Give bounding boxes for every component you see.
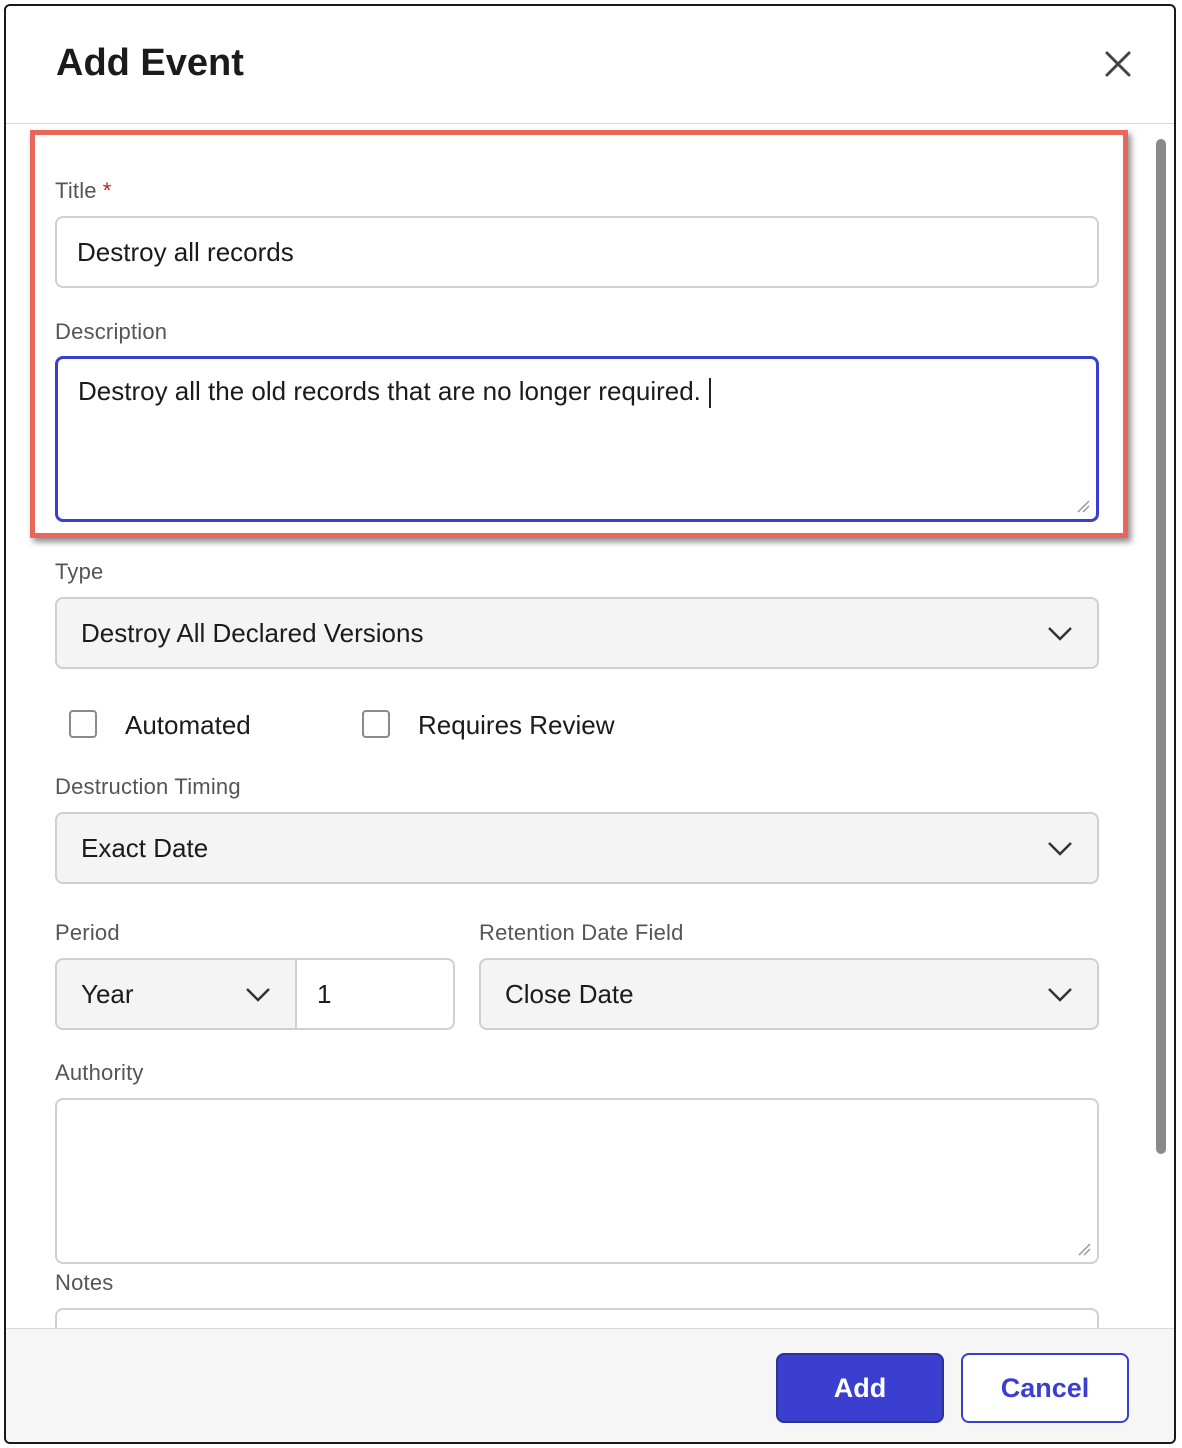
dialog-body: Title * Destroy all records Description D…	[6, 124, 1174, 1328]
period-amount-value: 1	[317, 979, 332, 1009]
close-icon	[1105, 51, 1131, 77]
dialog-footer: Add Cancel	[6, 1328, 1174, 1442]
requires-review-label[interactable]: Requires Review	[418, 710, 615, 741]
scrollbar-thumb[interactable]	[1156, 139, 1166, 1154]
add-button[interactable]: Add	[776, 1353, 944, 1423]
period-unit-value: Year	[81, 979, 134, 1009]
chevron-down-icon	[1048, 842, 1072, 856]
period-amount-input[interactable]: 1	[295, 958, 455, 1030]
retention-date-field-label: Retention Date Field	[479, 920, 684, 945]
destruction-timing-label: Destruction Timing	[55, 774, 241, 799]
requires-review-checkbox[interactable]	[362, 710, 390, 738]
dialog-header: Add Event	[6, 6, 1174, 124]
chevron-down-icon	[1048, 627, 1072, 641]
type-select-value: Destroy All Declared Versions	[81, 618, 424, 648]
notes-textarea[interactable]	[55, 1308, 1099, 1328]
notes-label: Notes	[55, 1270, 114, 1295]
period-label: Period	[55, 920, 120, 945]
destruction-timing-value: Exact Date	[81, 833, 209, 863]
close-button[interactable]	[1098, 44, 1138, 84]
add-event-dialog: Add Event Title * Destroy all records Des…	[4, 4, 1176, 1444]
dialog-title: Add Event	[56, 42, 244, 84]
highlight-box	[30, 130, 1128, 538]
type-label: Type	[55, 559, 104, 584]
retention-date-field-value: Close Date	[505, 979, 634, 1009]
authority-label: Authority	[55, 1060, 144, 1085]
resize-handle-icon[interactable]	[1077, 1242, 1091, 1256]
automated-checkbox[interactable]	[69, 710, 97, 738]
cancel-button[interactable]: Cancel	[961, 1353, 1129, 1423]
authority-textarea[interactable]	[55, 1098, 1099, 1264]
destruction-timing-select[interactable]: Exact Date	[55, 812, 1099, 884]
type-select[interactable]: Destroy All Declared Versions	[55, 597, 1099, 669]
chevron-down-icon	[1048, 988, 1072, 1002]
chevron-down-icon	[246, 988, 270, 1002]
period-unit-select[interactable]: Year	[55, 958, 297, 1030]
retention-date-field-select[interactable]: Close Date	[479, 958, 1099, 1030]
automated-label[interactable]: Automated	[125, 710, 251, 741]
